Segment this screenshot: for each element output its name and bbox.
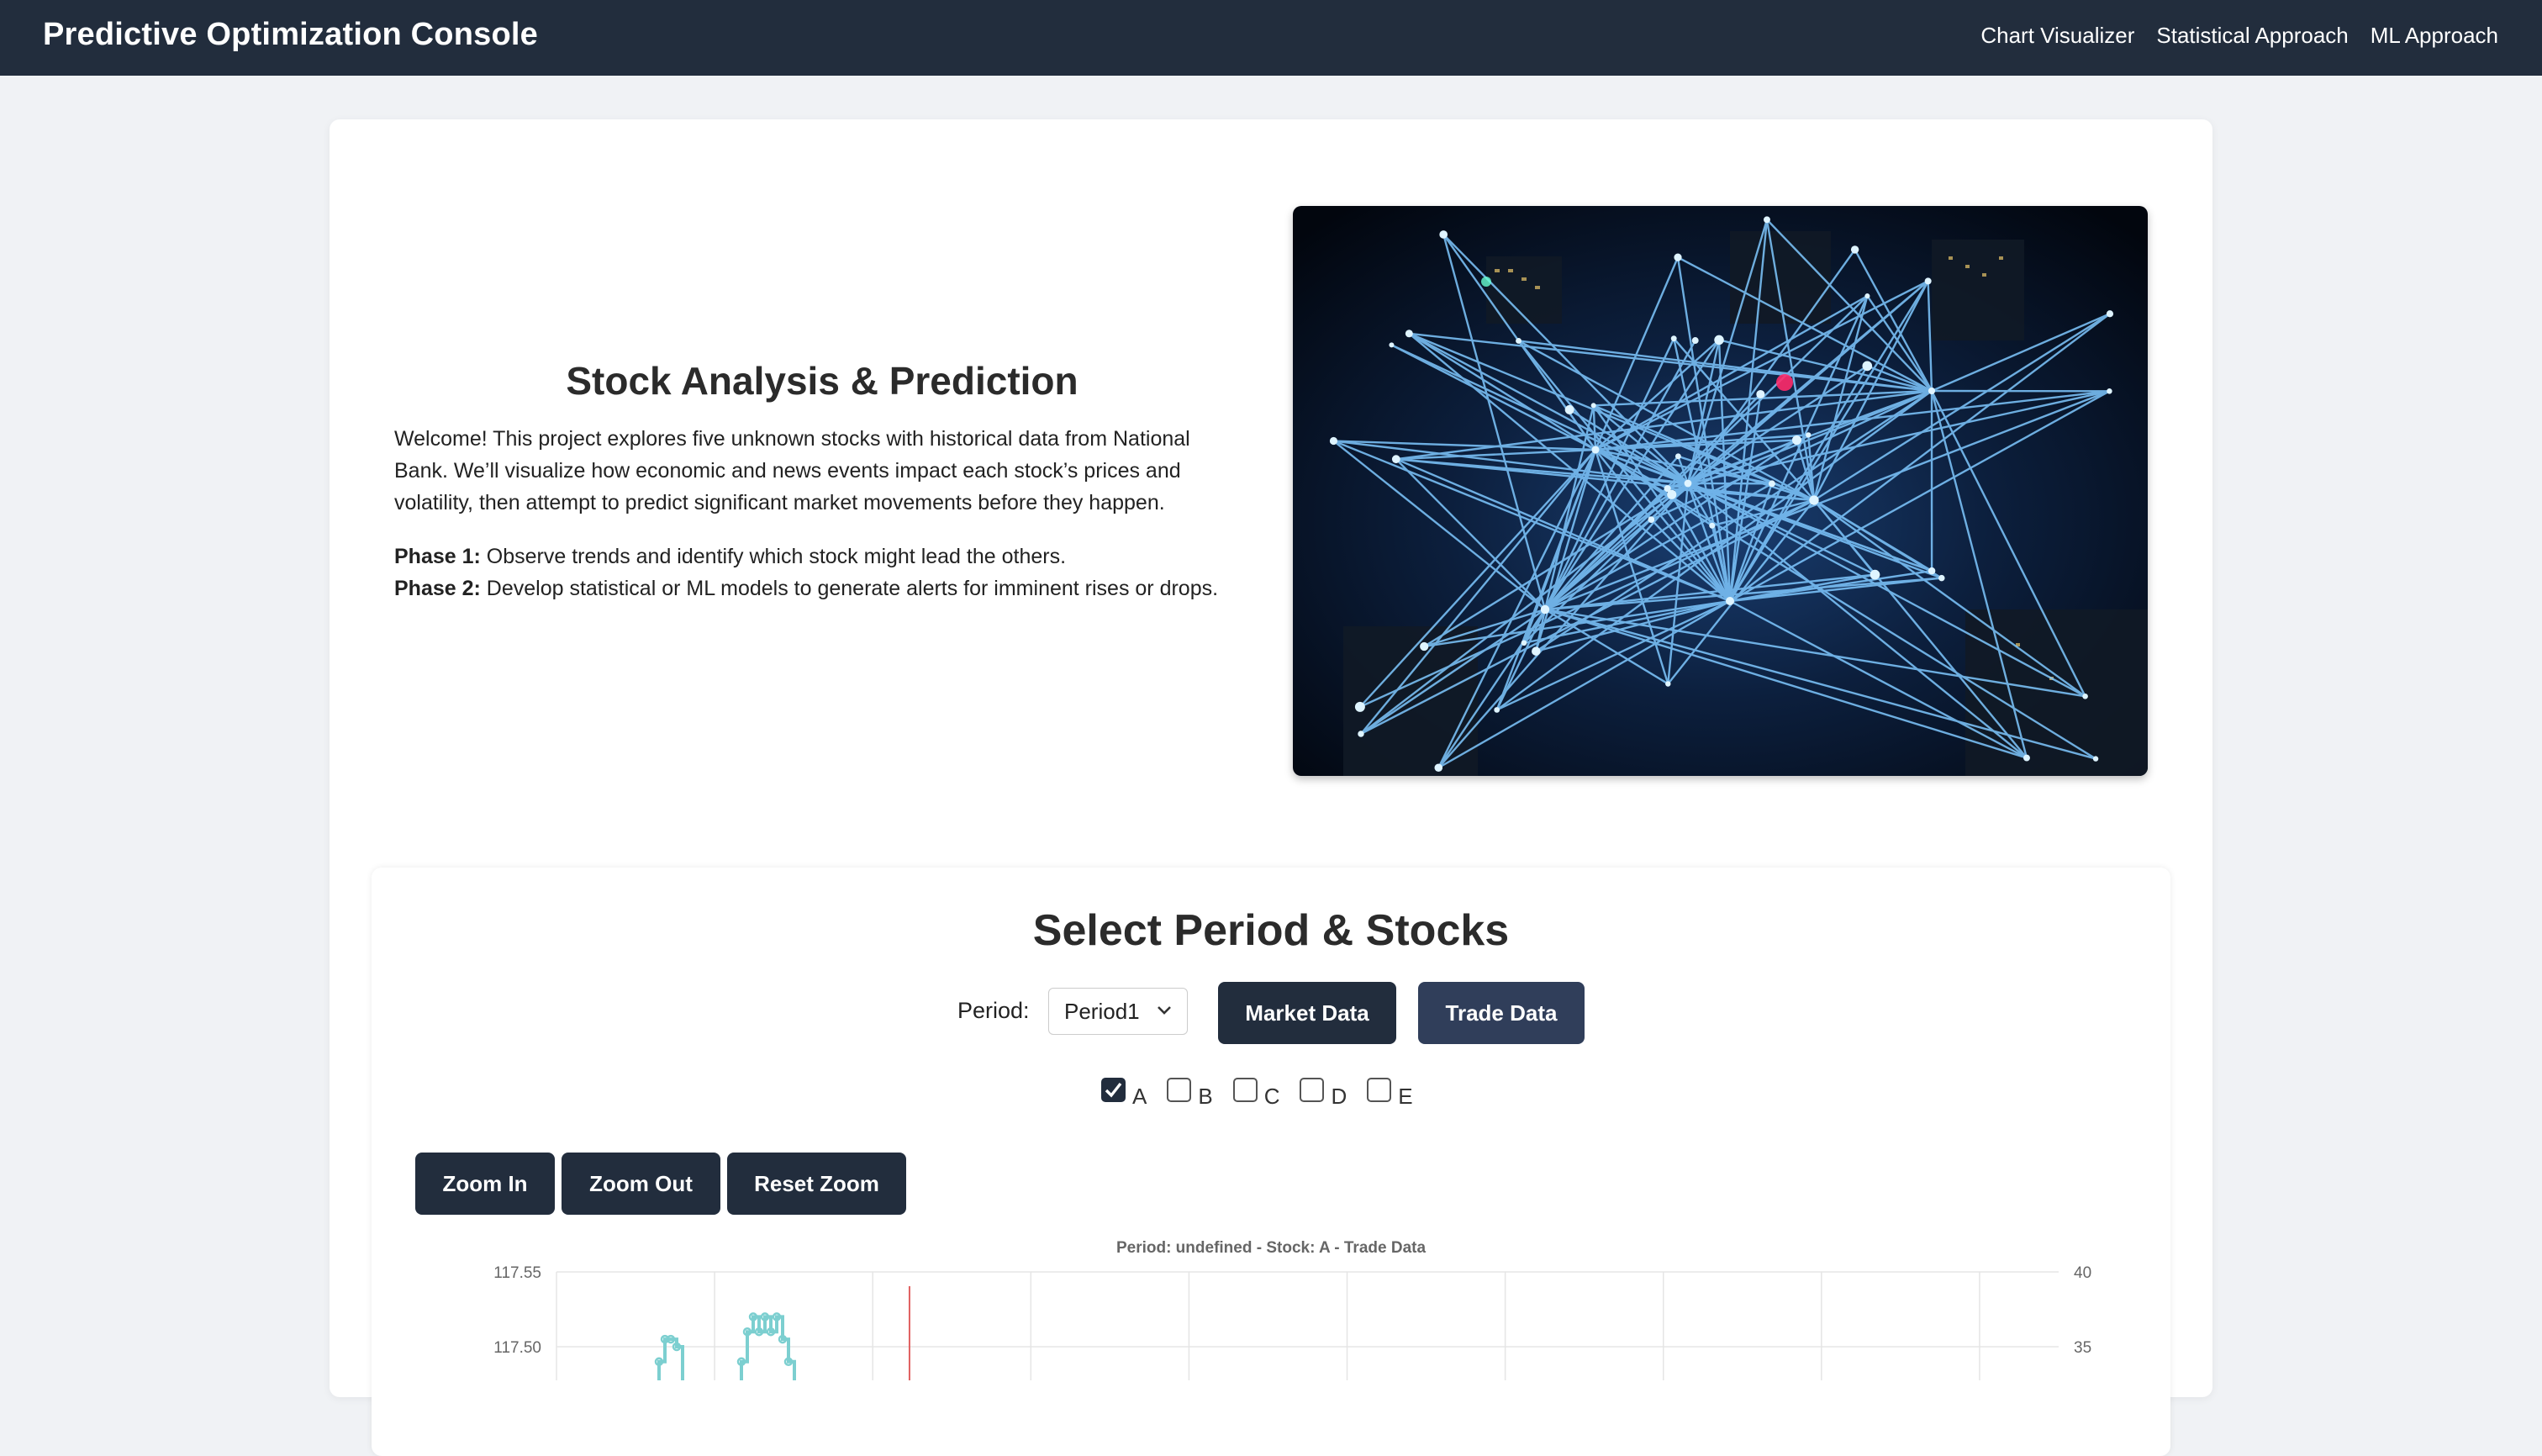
- trade-data-chart: 117.55 117.50 40 35: [0, 0, 2542, 1380]
- y-left-tick-label: 117.50: [493, 1339, 541, 1357]
- y-left-tick-label: 117.55: [493, 1264, 541, 1282]
- y-right-tick-label: 40: [2074, 1264, 2091, 1282]
- y-right-tick-label: 35: [2074, 1339, 2091, 1357]
- series-a-line: [647, 1316, 800, 1380]
